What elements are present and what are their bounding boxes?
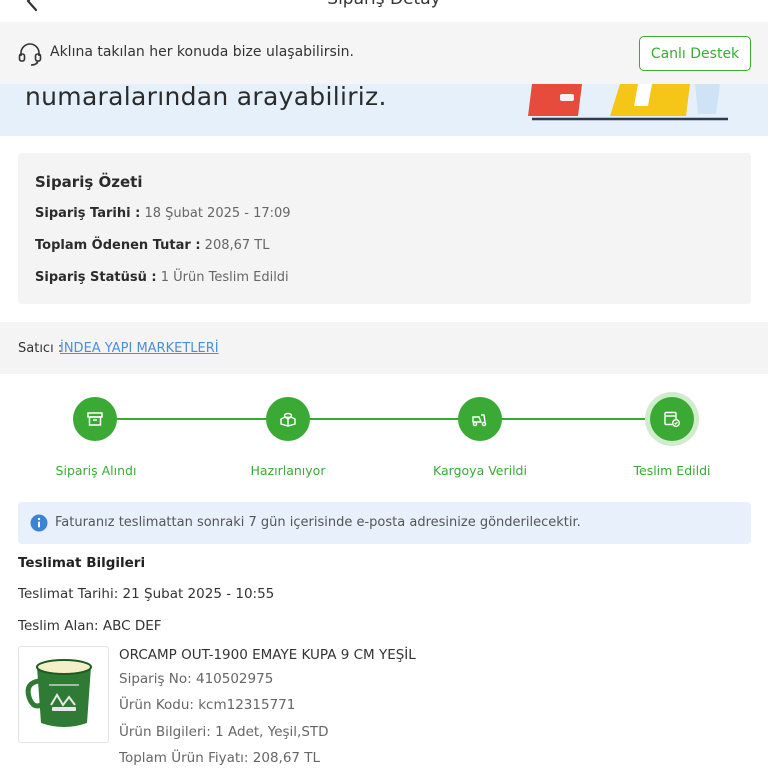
summary-row-total-paid: Toplam Ödenen Tutar : 208,67 TL: [35, 238, 269, 253]
top-header: Sipariş Detay: [0, 0, 768, 22]
order-summary-card: Sipariş Özeti Sipariş Tarihi : 18 Şubat …: [18, 153, 751, 304]
truck-icon: [472, 414, 487, 427]
delivery-title: Teslimat Bilgileri: [18, 555, 146, 571]
product-code: Ürün Kodu: kcm12315771: [119, 697, 296, 713]
summary-label: Toplam Ödenen Tutar :: [35, 238, 201, 253]
step-label: Kargoya Verildi: [433, 463, 527, 478]
support-text: Aklına takılan her konuda bize ulaşabili…: [50, 44, 354, 60]
product-price: Toplam Ürün Fiyatı: 208,67 TL: [119, 750, 321, 766]
product-name[interactable]: ORCAMP OUT-1900 EMAYE KUPA 9 CM YEŞİL: [119, 647, 416, 663]
step-preparing: [266, 397, 310, 441]
step-label: Teslim Edildi: [633, 463, 711, 478]
step-order-received: [73, 397, 117, 441]
product-image[interactable]: [18, 646, 109, 743]
step-shipped: [458, 397, 502, 441]
summary-value: 1 Ürün Teslim Edildi: [160, 270, 289, 285]
page-title: Sipariş Detay: [0, 0, 768, 9]
delivery-date: Teslimat Tarihi: 21 Şubat 2025 - 10:55: [18, 586, 275, 602]
seller-strip: Satıcı : İNDEA YAPI MARKETLERİ: [0, 322, 768, 374]
package-prep-icon: [280, 412, 296, 427]
invoice-info-box: Faturanız teslimattan sonraki 7 gün içer…: [18, 502, 751, 544]
summary-row-order-date: Sipariş Tarihi : 18 Şubat 2025 - 17:09: [35, 206, 291, 221]
seller-label: Satıcı :: [18, 341, 63, 356]
seller-link[interactable]: İNDEA YAPI MARKETLERİ: [60, 341, 219, 356]
step-delivered: [650, 397, 694, 441]
delivered-box-icon: [664, 411, 680, 427]
summary-row-order-status: Sipariş Statüsü : 1 Ürün Teslim Edildi: [35, 270, 289, 285]
banner-illustration: [528, 84, 728, 121]
summary-title: Sipariş Özeti: [35, 173, 143, 191]
live-support-button[interactable]: Canlı Destek: [639, 36, 751, 71]
info-icon: [30, 514, 48, 532]
banner-text: numaralarından arayabiliriz.: [25, 84, 387, 111]
step-label: Hazırlanıyor: [250, 463, 326, 478]
delivery-receiver: Teslim Alan: ABC DEF: [18, 618, 162, 634]
tracker-line: [95, 418, 672, 420]
step-label: Sipariş Alındı: [55, 463, 137, 478]
product-info: Ürün Bilgileri: 1 Adet, Yeşil,STD: [119, 724, 329, 740]
summary-value: 208,67 TL: [204, 238, 270, 253]
enamel-mug-image: [25, 659, 92, 727]
summary-label: Sipariş Tarihi :: [35, 206, 141, 221]
headset-icon: [18, 43, 42, 66]
summary-label: Sipariş Statüsü :: [35, 270, 157, 285]
info-text: Faturanız teslimattan sonraki 7 gün içer…: [55, 515, 581, 530]
box-icon: [87, 412, 103, 426]
product-order-no: Sipariş No: 410502975: [119, 671, 274, 687]
support-bar: Aklına takılan her konuda bize ulaşabili…: [0, 22, 768, 84]
promo-banner: numaralarından arayabiliriz.: [0, 84, 768, 136]
summary-value: 18 Şubat 2025 - 17:09: [144, 206, 291, 221]
